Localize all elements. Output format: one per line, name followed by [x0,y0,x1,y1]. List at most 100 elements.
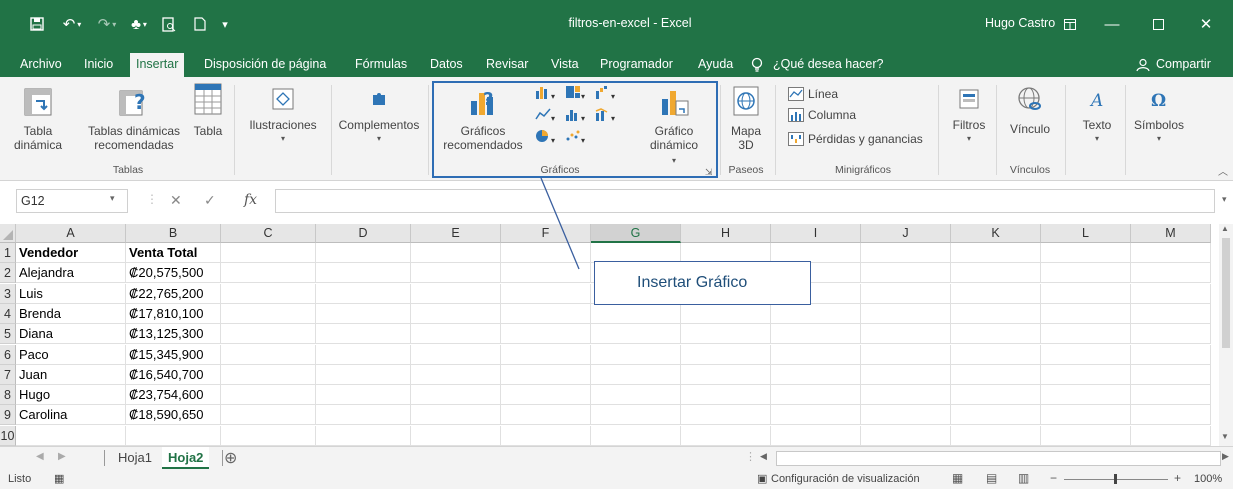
page-break-view-icon[interactable]: ▥ [1018,471,1029,485]
cell-c4[interactable] [221,303,316,324]
enter-icon[interactable]: ✓ [204,192,216,209]
new-document-icon[interactable] [190,14,210,34]
next-sheet-icon[interactable]: ▶ [58,451,66,462]
column-header-k[interactable]: K [951,224,1041,243]
cell-l9[interactable] [1041,405,1131,426]
row-header[interactable]: 8 [0,385,16,406]
cell-l10[interactable] [1041,425,1131,446]
cell-d4[interactable] [316,303,411,324]
cell-a10[interactable] [16,425,126,446]
tell-me-icon[interactable] [750,53,764,77]
user-name[interactable]: Hugo Castro [985,16,1055,30]
column-header-l[interactable]: L [1041,224,1131,243]
cell-f10[interactable] [501,425,591,446]
cell-c1[interactable] [221,243,316,263]
cell-f7[interactable] [501,364,591,385]
close-icon[interactable]: ✕ [1186,10,1226,38]
tell-me-input[interactable]: ¿Qué desea hacer? [773,53,884,77]
column-header-h[interactable]: H [681,224,771,243]
scroll-right-icon[interactable]: ▶ [1222,451,1229,462]
cell-b9[interactable]: ₡18,590,650 [126,405,221,426]
cell-j10[interactable] [861,425,951,446]
cell-d9[interactable] [316,405,411,426]
cell-h5[interactable] [681,324,771,345]
cancel-icon[interactable]: ✕ [170,192,182,209]
row-header[interactable]: 10 [0,425,16,446]
add-ins-button[interactable]: Complementos ▾ [333,87,425,146]
cell-l7[interactable] [1041,364,1131,385]
row-header[interactable]: 4 [0,303,16,324]
format-painter-icon[interactable]: ♣ ▾ [124,14,154,34]
cell-j5[interactable] [861,324,951,345]
column-header-c[interactable]: C [221,224,316,243]
cell-k2[interactable] [951,263,1041,284]
cell-l6[interactable] [1041,344,1131,365]
zoom-in-icon[interactable]: + [1174,471,1181,485]
ribbon-display-options-icon[interactable] [1050,10,1090,38]
cell-b5[interactable]: ₡13,125,300 [126,324,221,345]
cell-m2[interactable] [1131,263,1211,284]
tab-inicio[interactable]: Inicio [78,53,119,77]
column-header-d[interactable]: D [316,224,411,243]
cell-a3[interactable]: Luis [16,283,126,304]
cell-m3[interactable] [1131,283,1211,304]
cell-c5[interactable] [221,324,316,345]
cell-g1[interactable] [591,243,681,263]
minimize-icon[interactable]: — [1092,10,1132,38]
cell-m1[interactable] [1131,243,1211,263]
cell-e1[interactable] [411,243,501,263]
scroll-left-icon[interactable]: ◀ [760,451,767,462]
cell-m10[interactable] [1131,425,1211,446]
cell-j6[interactable] [861,344,951,365]
cell-f1[interactable] [501,243,591,263]
cell-d5[interactable] [316,324,411,345]
horizontal-scrollbar[interactable] [776,451,1221,466]
zoom-out-icon[interactable]: − [1050,471,1057,485]
cell-g8[interactable] [591,385,681,406]
cell-h1[interactable] [681,243,771,263]
cell-c6[interactable] [221,344,316,365]
cell-i6[interactable] [771,344,861,365]
recommended-pivot-button[interactable]: ? Tablas dinámicas recomendadas [78,87,190,152]
cell-e10[interactable] [411,425,501,446]
cell-h4[interactable] [681,303,771,324]
cell-h7[interactable] [681,364,771,385]
cell-a2[interactable]: Alejandra [16,263,126,284]
cell-k3[interactable] [951,283,1041,304]
column-header-b[interactable]: B [126,224,221,243]
cell-c3[interactable] [221,283,316,304]
select-all-corner[interactable] [0,224,16,243]
filters-button[interactable]: Filtros ▾ [945,87,993,146]
tab-programador[interactable]: Programador [594,53,679,77]
row-header[interactable]: 2 [0,263,16,284]
cell-g4[interactable] [591,303,681,324]
table-button[interactable]: Tabla [186,82,230,138]
cell-f4[interactable] [501,303,591,324]
cell-i8[interactable] [771,385,861,406]
cell-h6[interactable] [681,344,771,365]
cell-d7[interactable] [316,364,411,385]
row-header[interactable]: 1 [0,243,16,263]
cell-i7[interactable] [771,364,861,385]
cell-b8[interactable]: ₡23,754,600 [126,385,221,406]
cell-m5[interactable] [1131,324,1211,345]
sparkline-column-button[interactable]: Columna [788,108,856,122]
row-header[interactable]: 7 [0,364,16,385]
cell-a1[interactable]: Vendedor [16,243,126,263]
cell-m4[interactable] [1131,303,1211,324]
cell-e2[interactable] [411,263,501,284]
sheet-tab-hoja1[interactable]: Hoja1 [112,447,158,469]
cell-k8[interactable] [951,385,1041,406]
cell-k9[interactable] [951,405,1041,426]
cell-m7[interactable] [1131,364,1211,385]
cell-e5[interactable] [411,324,501,345]
cell-k5[interactable] [951,324,1041,345]
cell-k7[interactable] [951,364,1041,385]
cell-g9[interactable] [591,405,681,426]
expand-formula-bar-icon[interactable]: ▾ [1222,194,1227,205]
cell-c8[interactable] [221,385,316,406]
column-header-m[interactable]: M [1131,224,1211,243]
tab-formulas[interactable]: Fórmulas [349,53,413,77]
cell-l5[interactable] [1041,324,1131,345]
cell-a5[interactable]: Diana [16,324,126,345]
